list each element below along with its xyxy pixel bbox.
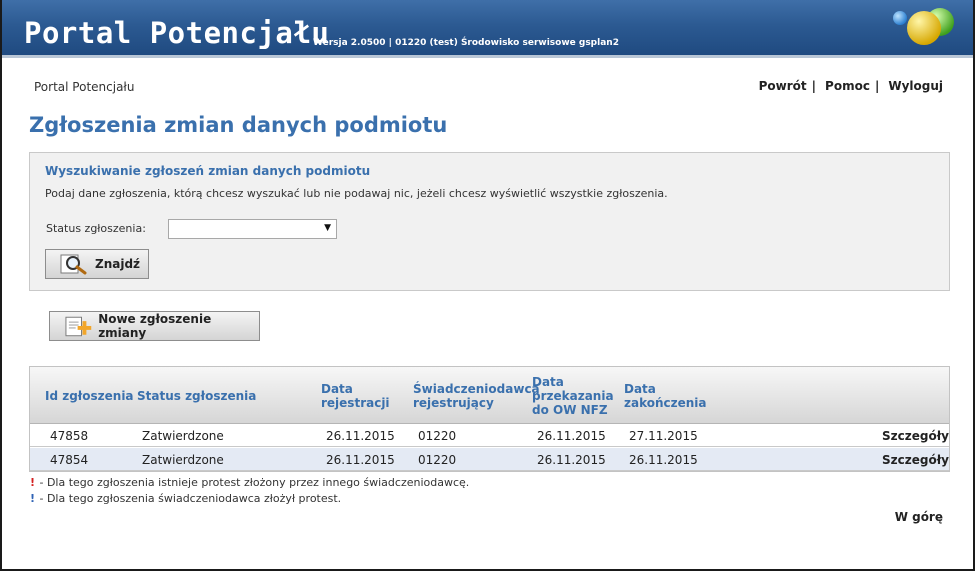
col-header-status[interactable]: Status zgłoszenia xyxy=(137,389,256,403)
details-link[interactable]: Szczegóły xyxy=(882,453,949,467)
find-button-label: Znajdź xyxy=(95,257,141,271)
results-table: Id zgłoszenia Status zgłoszenia Data rej… xyxy=(29,366,950,472)
top-nav: Powrót | Pomoc | Wyloguj xyxy=(759,79,943,93)
cell-reg-date: 26.11.2015 xyxy=(326,453,395,467)
magnifier-icon xyxy=(60,254,87,275)
details-link[interactable]: Szczegóły xyxy=(882,429,949,443)
table-row: 47854 Zatwierdzone 26.11.2015 01220 26.1… xyxy=(30,448,949,471)
col-header-id[interactable]: Id zgłoszenia xyxy=(45,389,134,403)
app-frame: Portal Potencjału Wersja 2.0500 | 01220 … xyxy=(0,0,975,571)
logo-icon xyxy=(893,8,954,45)
cell-transfer-date: 26.11.2015 xyxy=(537,453,606,467)
cell-provider: 01220 xyxy=(418,429,457,443)
page-title: Zgłoszenia zmian danych podmiotu xyxy=(29,113,448,137)
cell-provider: 01220 xyxy=(418,453,457,467)
cell-reg-date: 26.11.2015 xyxy=(326,429,395,443)
col-header-reg-date[interactable]: Data rejestracji xyxy=(321,382,391,410)
cell-status: Zatwierdzone xyxy=(142,453,224,467)
legend-item-other-protest: ! - Dla tego zgłoszenia istnieje protest… xyxy=(30,476,469,489)
back-to-top-link[interactable]: W górę xyxy=(895,510,943,524)
dropdown-arrow-icon: ▼ xyxy=(324,223,331,233)
cell-transfer-date: 26.11.2015 xyxy=(537,429,606,443)
search-title: Wyszukiwanie zgłoszeń zmian danych podmi… xyxy=(45,164,371,178)
new-request-label: Nowe zgłoszenie zmiany xyxy=(98,312,212,340)
cell-end-date: 26.11.2015 xyxy=(629,453,698,467)
cell-id: 47858 xyxy=(50,429,89,443)
nav-separator: | xyxy=(811,79,817,93)
table-row: 47858 Zatwierdzone 26.11.2015 01220 26.1… xyxy=(30,424,949,447)
cell-id: 47854 xyxy=(50,453,89,467)
search-hint: Podaj dane zgłoszenia, którą chcesz wysz… xyxy=(45,187,668,200)
nav-separator: | xyxy=(874,79,880,93)
col-header-transfer-date[interactable]: Data przekazania do OW NFZ xyxy=(532,375,614,417)
col-header-end-date[interactable]: Data zakończenia xyxy=(624,382,707,410)
table-header: Id zgłoszenia Status zgłoszenia Data rej… xyxy=(30,367,949,424)
legend-text: - Dla tego zgłoszenia istnieje protest z… xyxy=(36,476,470,489)
app-header: Portal Potencjału Wersja 2.0500 | 01220 … xyxy=(2,0,973,58)
status-label: Status zgłoszenia: xyxy=(46,222,146,235)
cell-status: Zatwierdzone xyxy=(142,429,224,443)
legend-item-own-protest: ! - Dla tego zgłoszenia świadczeniodawca… xyxy=(30,492,341,505)
legend-text: - Dla tego zgłoszenia świadczeniodawca z… xyxy=(36,492,342,505)
cell-end-date: 27.11.2015 xyxy=(629,429,698,443)
logout-link[interactable]: Wyloguj xyxy=(888,79,943,93)
new-document-icon xyxy=(65,316,92,337)
version-info: Wersja 2.0500 | 01220 (test) Środowisko … xyxy=(313,38,619,48)
breadcrumb[interactable]: Portal Potencjału xyxy=(34,80,134,94)
search-panel: Wyszukiwanie zgłoszeń zmian danych podmi… xyxy=(29,152,950,291)
help-link[interactable]: Pomoc xyxy=(825,79,870,93)
back-link[interactable]: Powrót xyxy=(759,79,807,93)
app-title: Portal Potencjału xyxy=(24,16,330,50)
new-request-button[interactable]: Nowe zgłoszenie zmiany xyxy=(49,311,260,341)
find-button[interactable]: Znajdź xyxy=(45,249,149,279)
col-header-provider[interactable]: Świadczeniodawca rejestrujący xyxy=(413,382,540,410)
status-select[interactable]: ▼ xyxy=(168,219,337,239)
